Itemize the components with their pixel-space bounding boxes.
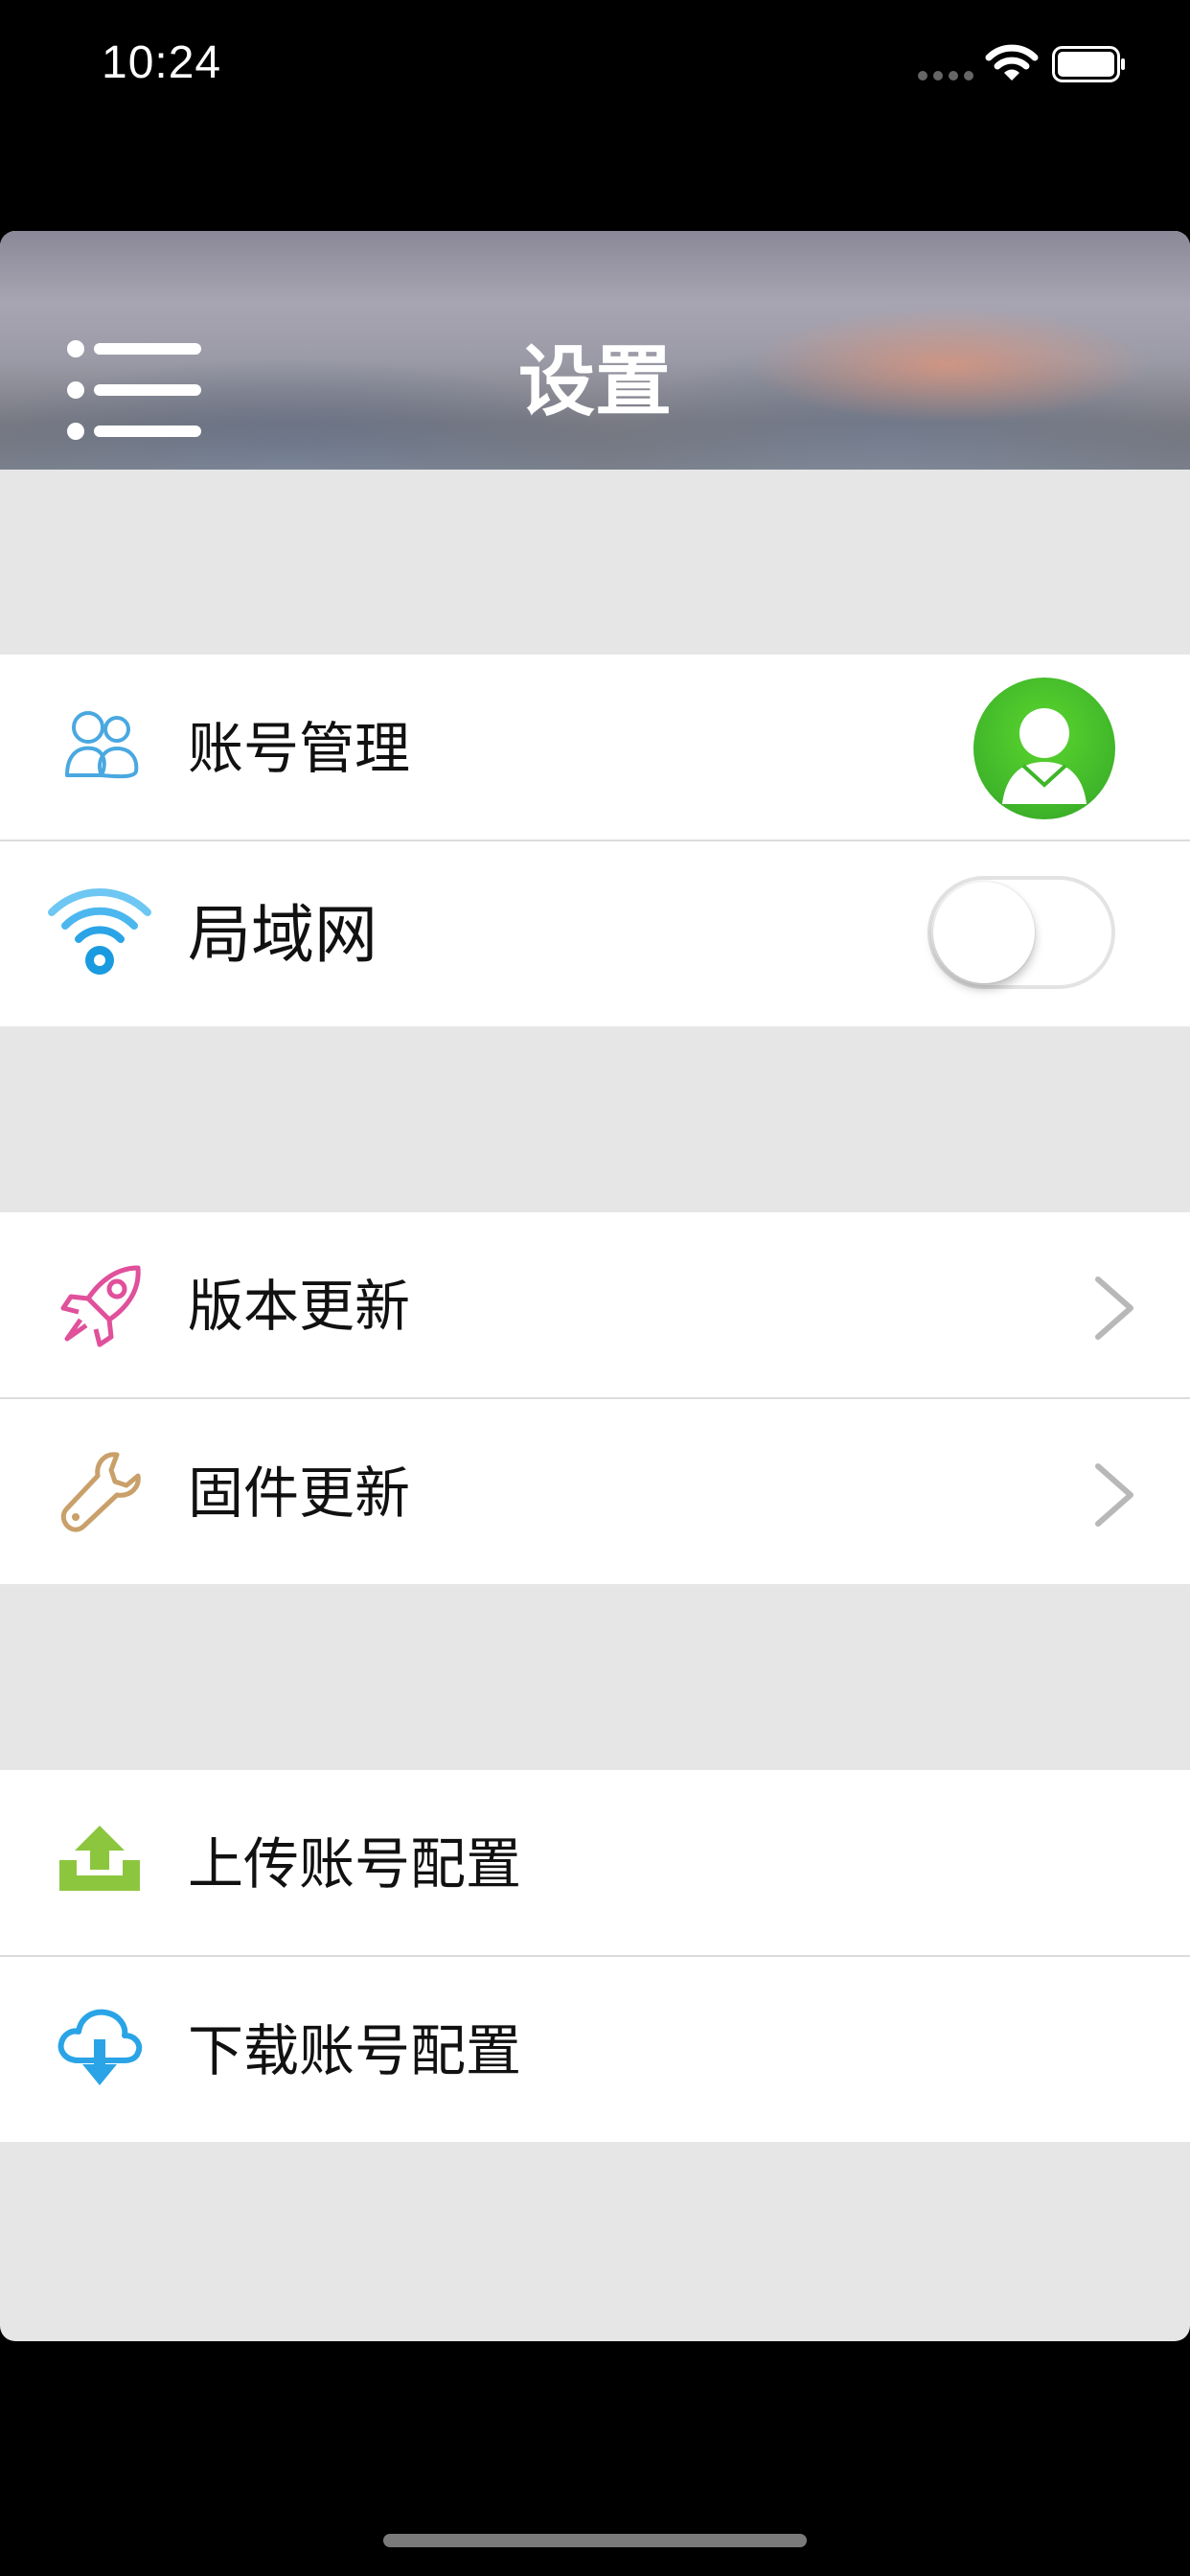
row-upload-config[interactable]: 上传账号配置: [0, 1770, 1190, 1955]
wifi-icon: [48, 887, 151, 975]
settings-group-account: 账号管理 局域网: [0, 655, 1190, 1026]
cellular-signal-icon: [918, 71, 973, 80]
row-label: 账号管理: [188, 716, 411, 781]
status-bar: 10:24: [0, 0, 1190, 134]
status-time: 10:24: [102, 37, 222, 88]
person-silhouette-icon: [1002, 708, 1087, 804]
row-label: 下载账号配置: [188, 2018, 522, 2083]
chevron-right-icon: [1095, 1463, 1133, 1527]
row-label: 固件更新: [188, 1460, 411, 1526]
battery-icon: [1052, 46, 1125, 82]
row-label: 局域网: [188, 898, 378, 972]
row-firmware-update[interactable]: 固件更新: [0, 1397, 1190, 1584]
settings-group-config: 上传账号配置 下载账号配置: [0, 1770, 1190, 2142]
row-account-management[interactable]: 账号管理: [0, 655, 1190, 840]
lan-toggle[interactable]: [927, 876, 1115, 989]
wrench-icon: [60, 1452, 141, 1532]
page-title: 设置: [518, 337, 672, 426]
avatar[interactable]: [973, 678, 1115, 819]
row-download-config[interactable]: 下载账号配置: [0, 1955, 1190, 2142]
row-lan[interactable]: 局域网: [0, 840, 1190, 1026]
home-indicator[interactable]: [383, 2534, 807, 2547]
chevron-right-icon: [1095, 1276, 1133, 1340]
cloud-download-icon: [57, 2009, 143, 2085]
settings-group-updates: 版本更新 固件更新: [0, 1212, 1190, 1584]
phone-screen: 10:24 设置 账号管理 局域网 版本更新 固件更新 上传账号配置 下载账号配…: [0, 0, 1190, 2576]
upload-icon: [59, 1826, 140, 1891]
rocket-icon: [60, 1265, 141, 1347]
header-bar: 设置: [0, 231, 1190, 470]
wifi-status-icon: [985, 44, 1039, 80]
users-icon: [65, 711, 139, 779]
row-label: 版本更新: [188, 1274, 411, 1339]
row-label: 上传账号配置: [188, 1831, 522, 1897]
settings-screen: 设置 账号管理 局域网 版本更新 固件更新 上传账号配置 下载账号配置: [0, 231, 1190, 2341]
row-version-update[interactable]: 版本更新: [0, 1212, 1190, 1397]
toggle-knob: [933, 882, 1035, 983]
